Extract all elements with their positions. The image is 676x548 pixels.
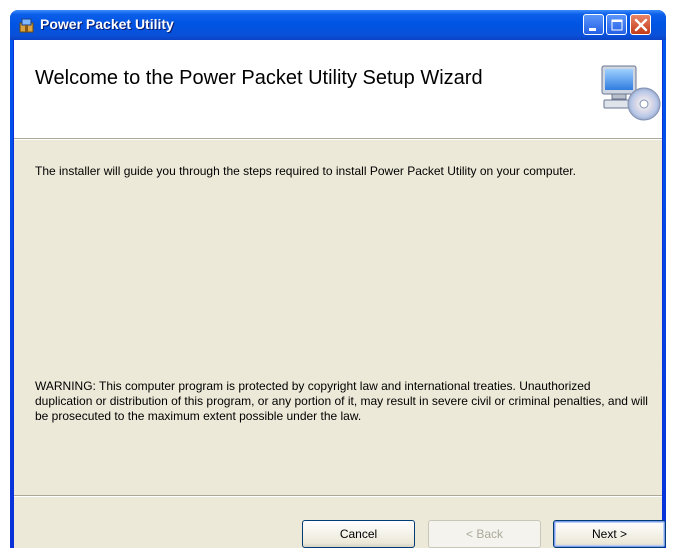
intro-text: The installer will guide you through the… [35, 164, 576, 178]
maximize-icon [611, 19, 623, 31]
installer-package-icon [19, 18, 34, 33]
next-button[interactable]: Next > [553, 520, 666, 548]
computer-cd-icon [601, 65, 661, 121]
window-title: Power Packet Utility [40, 16, 174, 32]
minimize-button[interactable] [583, 14, 604, 35]
header-banner: Welcome to the Power Packet Utility Setu… [14, 40, 662, 139]
back-button[interactable]: < Back [428, 520, 541, 548]
setup-window: Power Packet Utility Welcome to the Powe… [10, 10, 666, 548]
warning-text: WARNING: This computer program is protec… [35, 379, 648, 423]
title-bar[interactable]: Power Packet Utility [10, 10, 666, 40]
footer-separator-highlight [14, 496, 662, 497]
close-icon [634, 18, 648, 32]
close-button[interactable] [630, 14, 651, 35]
minimize-icon [589, 28, 596, 31]
cancel-button[interactable]: Cancel [302, 520, 415, 548]
maximize-button[interactable] [606, 14, 627, 35]
dialog-frame: Welcome to the Power Packet Utility Setu… [13, 40, 666, 548]
page-title: Welcome to the Power Packet Utility Setu… [35, 67, 483, 89]
banner-separator [14, 139, 662, 140]
